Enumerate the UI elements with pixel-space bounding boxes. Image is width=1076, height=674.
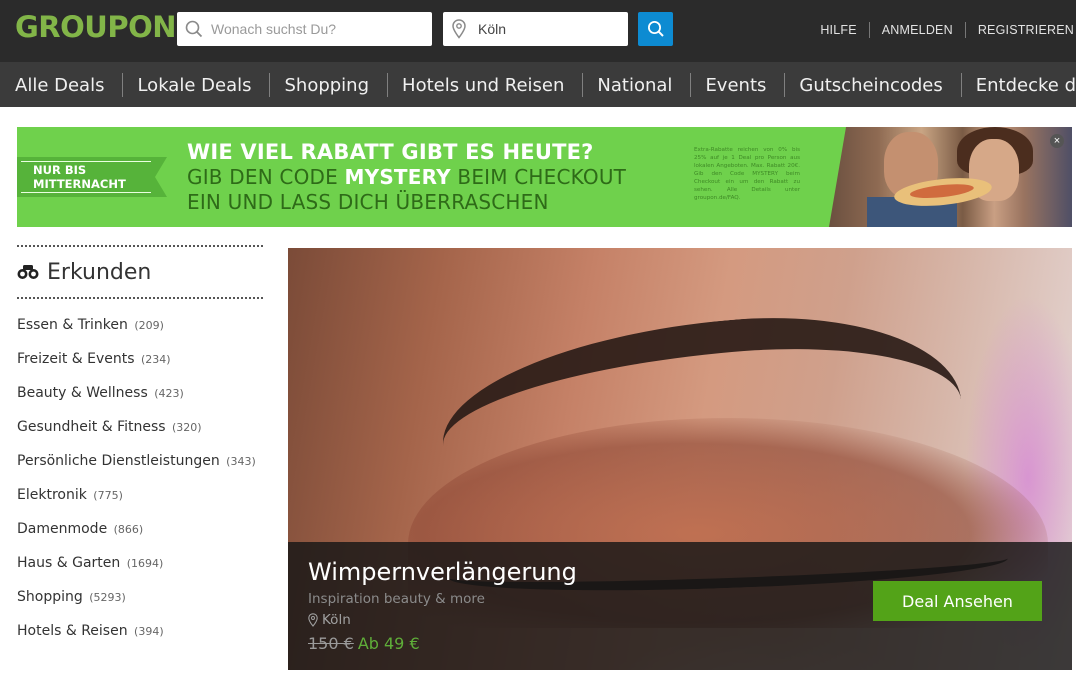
map-pin-icon [452,19,466,44]
location-box[interactable] [443,12,628,46]
deal-old-price: 150 € [308,634,354,653]
category-count: (394) [134,625,164,638]
category-label: Essen & Trinken [17,317,128,333]
banner-line-3: EIN UND LASS DICH ÜBERRASCHEN [187,190,549,214]
banner-code: MYSTERY [344,165,451,189]
category-count: (866) [113,523,144,536]
category-count: (343) [226,455,256,468]
ribbon-border [21,192,151,193]
deadline-ribbon: NUR BIS MITTERNACHT [17,157,167,197]
deal-merchant: Inspiration beauty & more [308,591,485,607]
deal-location-text: Köln [322,612,351,628]
divider [868,22,870,38]
category-count: (5293) [89,591,126,604]
category-item[interactable]: Beauty & Wellness (423) [17,385,263,419]
banner-photo [829,127,1072,227]
deal-price: 150 € Ab 49 € [308,634,420,653]
deal-location: Köln [308,612,351,628]
search-field-icon [185,20,203,43]
divider [964,22,966,38]
category-count: (423) [154,387,184,400]
banner-fine-print: Extra-Rabatte reichen von 0% bis 25% auf… [694,147,800,201]
category-item[interactable]: Essen & Trinken (209) [17,317,263,351]
category-item[interactable]: Freizeit & Events (234) [17,351,263,385]
ribbon-line-2: MITTERNACHT [33,177,126,191]
login-link[interactable]: ANMELDEN [882,23,953,37]
category-label: Haus & Garten [17,555,121,571]
category-count: (1694) [126,557,164,570]
category-label: Freizeit & Events [17,351,135,367]
category-item[interactable]: Damenmode (866) [17,521,263,555]
banner-code-line: GIB DEN CODE MYSTERY BEIM CHECKOUT [187,165,626,189]
ribbon-line-1: NUR BIS [33,163,87,177]
nav-divider [387,73,389,97]
deal-new-price: Ab 49 € [357,634,420,653]
category-label: Persönliche Dienstleistungen [17,453,220,469]
promo-banner[interactable]: NUR BIS MITTERNACHT WIE VIEL RABATT GIBT… [17,127,1072,227]
help-link[interactable]: HILFE [820,23,856,37]
dotted-divider [17,297,263,299]
category-item[interactable]: Haus & Garten (1694) [17,555,263,589]
groupon-logo[interactable]: GROUPON [15,10,177,44]
nav-item-hotels-reisen[interactable]: Hotels und Reisen [402,75,564,96]
nav-divider [269,73,271,97]
category-list: Essen & Trinken (209) Freizeit & Events … [17,317,263,657]
category-item[interactable]: Gesundheit & Fitness (320) [17,419,263,453]
map-pin-icon [308,613,318,627]
banner-headline: WIE VIEL RABATT GIBT ES HEUTE? [187,140,594,164]
search-button[interactable] [638,12,673,46]
ribbon-border [21,161,151,162]
category-item[interactable]: Hotels & Reisen (394) [17,623,263,657]
nav-item-alle-deals[interactable]: Alle Deals [15,75,104,96]
category-item[interactable]: Elektronik (775) [17,487,263,521]
nav-divider [122,73,124,97]
close-icon[interactable]: × [1050,134,1064,148]
nav-divider [960,73,962,97]
location-input[interactable] [478,12,623,46]
nav-divider [784,73,786,97]
category-count: (775) [93,489,123,502]
sidebar-title: Erkunden [17,247,263,297]
nav-item-gutscheincodes[interactable]: Gutscheincodes [799,75,942,96]
nav-item-events[interactable]: Events [705,75,766,96]
category-label: Elektronik [17,487,87,503]
main-nav: Alle Deals Lokale Deals Shopping Hotels … [0,62,1076,107]
account-links: HILFE ANMELDEN REGISTRIEREN [820,22,1074,38]
nav-item-shopping[interactable]: Shopping [284,75,369,96]
register-link[interactable]: REGISTRIEREN [978,23,1074,37]
nav-divider [582,73,584,97]
search-box[interactable] [177,12,432,46]
deal-view-button[interactable]: Deal Ansehen [873,581,1042,621]
nav-divider [690,73,692,97]
category-label: Shopping [17,589,83,605]
category-item[interactable]: Persönliche Dienstleistungen (343) [17,453,263,487]
ribbon-text: NUR BIS MITTERNACHT [33,163,126,191]
explore-sidebar: Erkunden Essen & Trinken (209) Freizeit … [17,245,263,657]
category-label: Hotels & Reisen [17,623,128,639]
sidebar-title-text: Erkunden [47,259,152,285]
banner-code-suffix: BEIM CHECKOUT [450,165,627,189]
category-label: Damenmode [17,521,108,537]
category-count: (209) [134,319,164,332]
category-label: Beauty & Wellness [17,385,148,401]
category-label: Gesundheit & Fitness [17,419,166,435]
magnifier-icon [648,21,664,37]
nav-item-fruehling[interactable]: Entdecke den Frühling [976,75,1076,96]
top-header: GROUPON HILFE ANMELDEN REGISTRIEREN [0,0,1076,62]
category-count: (320) [172,421,202,434]
category-count: (234) [141,353,171,366]
deal-info-overlay: Wimpernverlängerung Inspiration beauty &… [288,542,1072,670]
nav-item-national[interactable]: National [597,75,672,96]
featured-deal[interactable]: Wimpernverlängerung Inspiration beauty &… [288,248,1072,670]
nav-item-lokale-deals[interactable]: Lokale Deals [137,75,251,96]
deal-title[interactable]: Wimpernverlängerung [308,558,577,586]
deal-image-eyebrow [434,300,962,451]
category-item[interactable]: Shopping (5293) [17,589,263,623]
banner-code-prefix: GIB DEN CODE [187,165,345,189]
binoculars-icon [17,265,39,279]
search-input[interactable] [211,12,426,46]
